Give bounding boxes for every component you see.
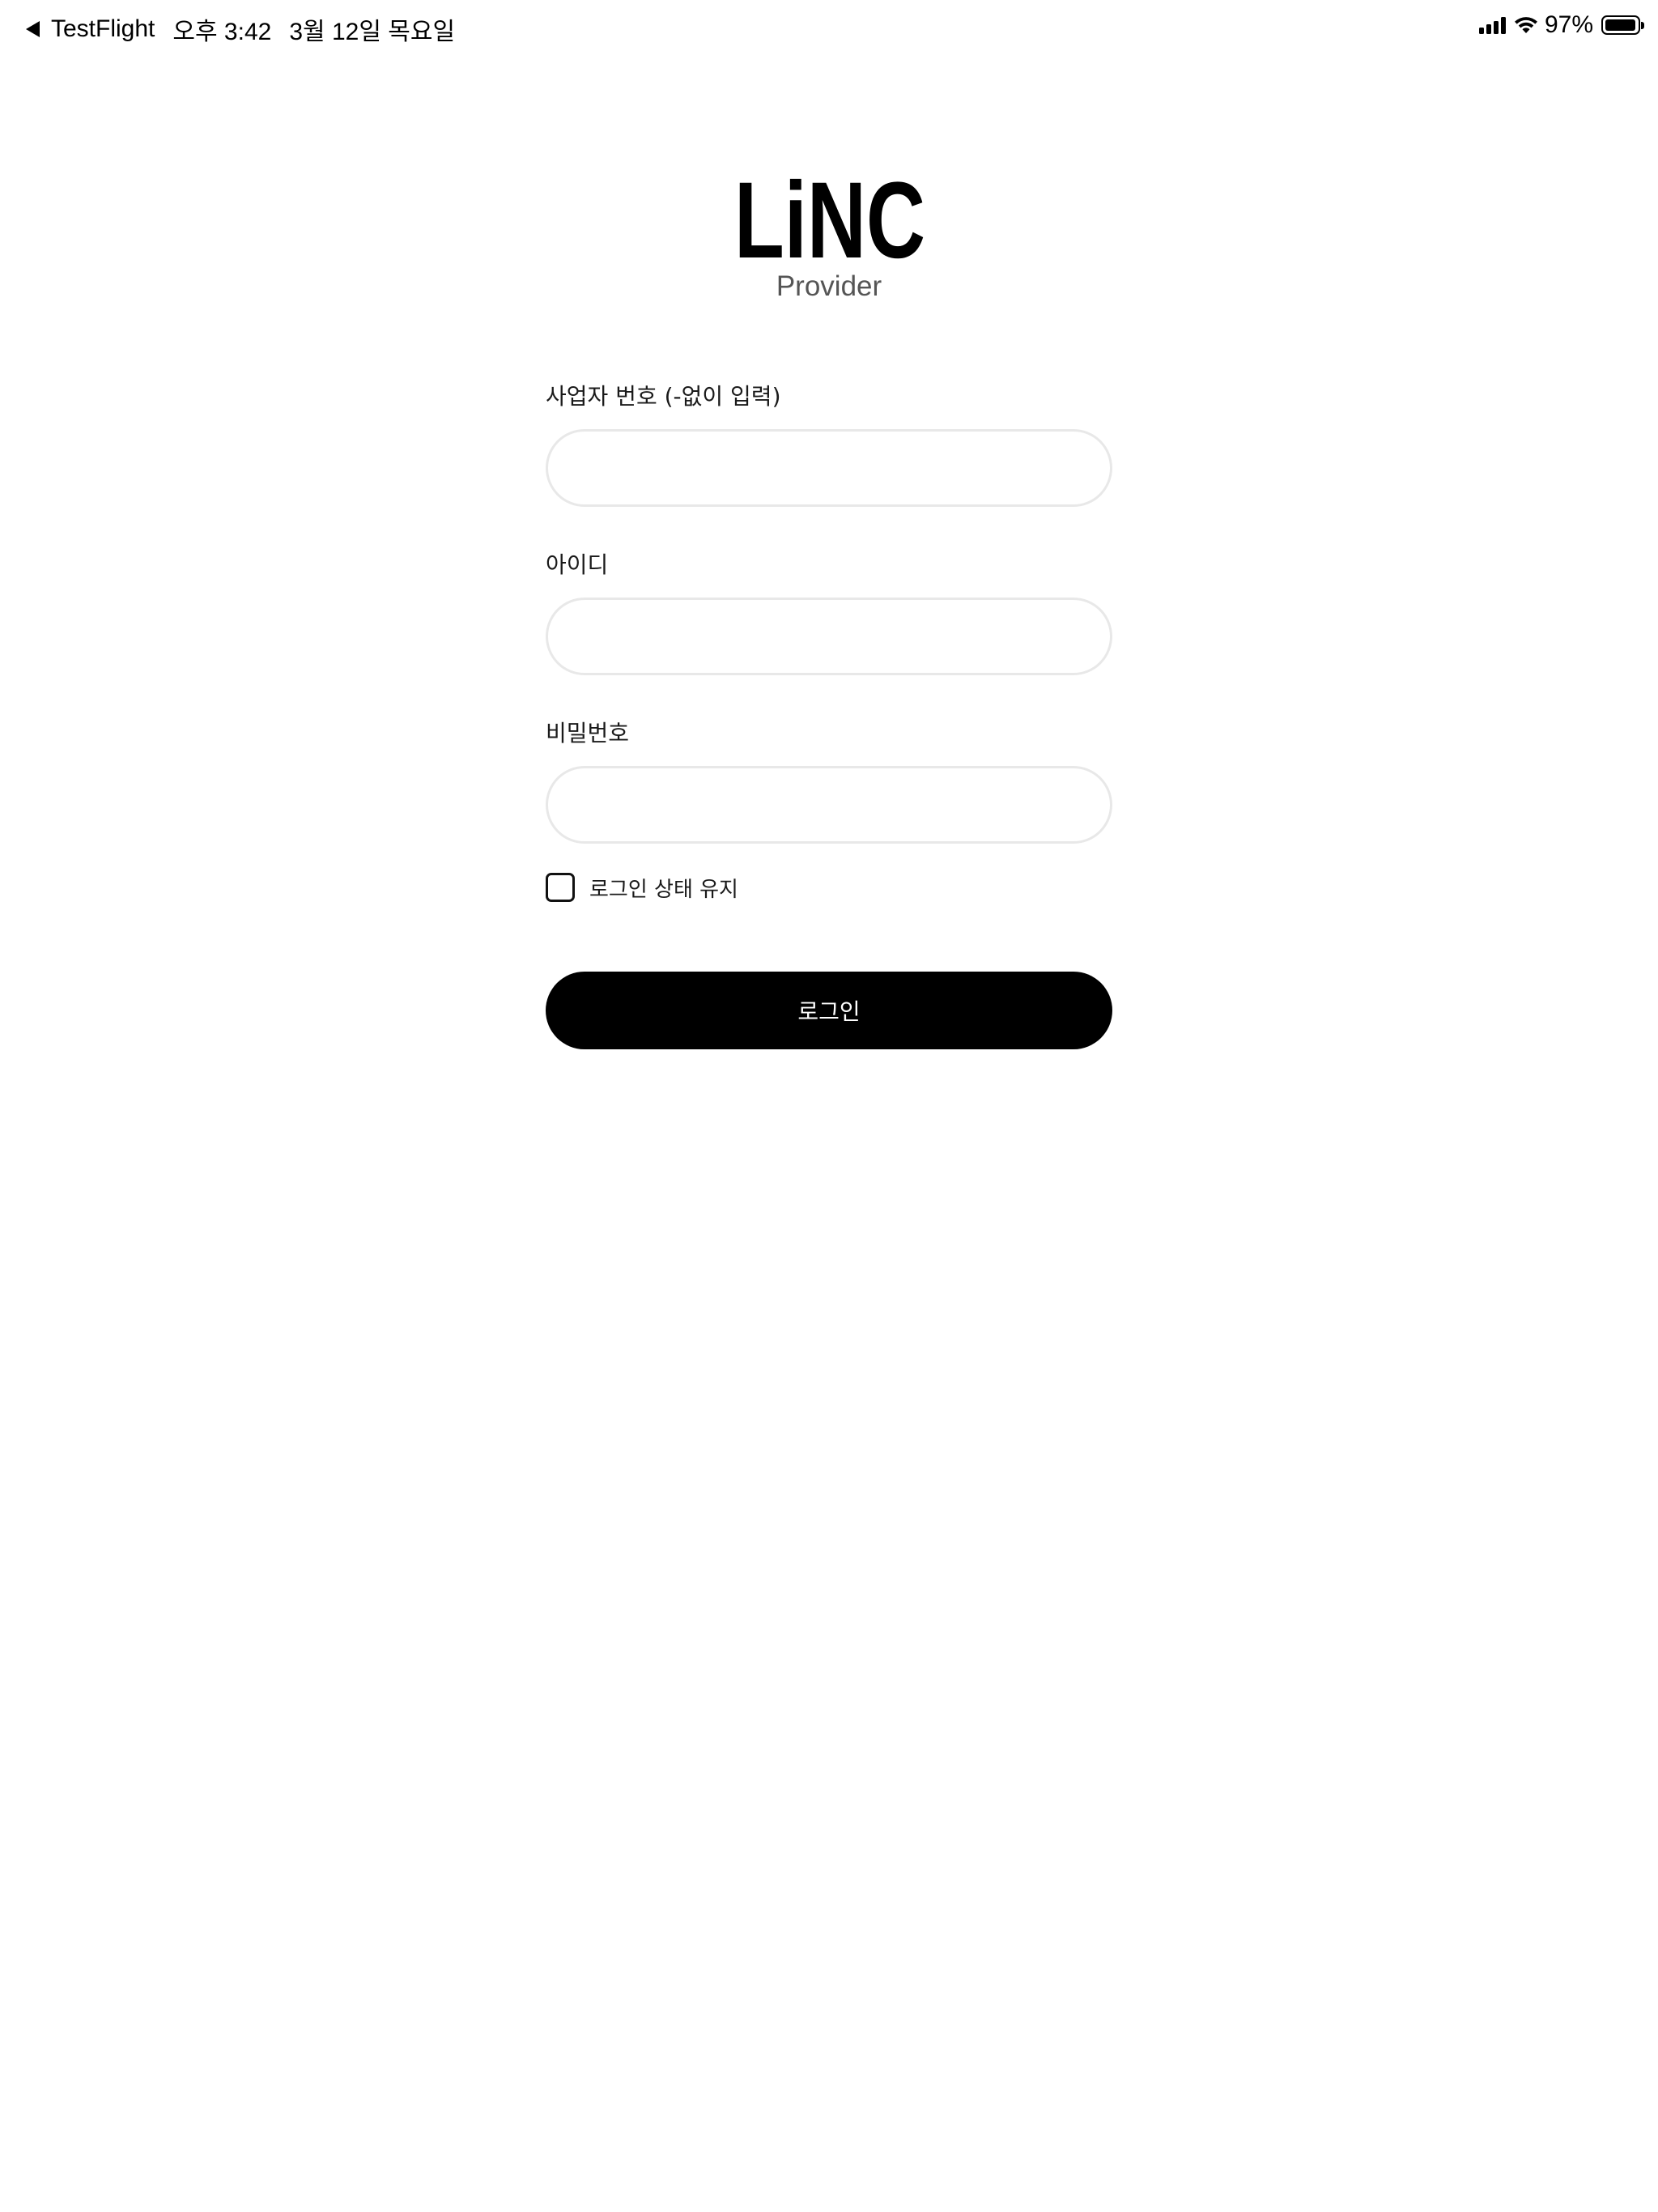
- password-group: 비밀번호: [546, 717, 1112, 844]
- battery-tip: [1641, 22, 1644, 29]
- logo-text: LiNC: [734, 160, 925, 267]
- business-number-group: 사업자 번호 (-없이 입력): [546, 381, 1112, 507]
- battery-icon: [1601, 15, 1644, 35]
- login-button[interactable]: 로그인: [546, 972, 1112, 1049]
- login-form: 사업자 번호 (-없이 입력) 아이디 비밀번호 로그인 상태 유지 로그인: [546, 381, 1112, 1049]
- signal-icon: [1477, 16, 1506, 34]
- business-number-input[interactable]: [546, 429, 1112, 507]
- back-app-label[interactable]: TestFlight: [51, 15, 155, 43]
- app-subtitle: Provider: [776, 270, 882, 302]
- keep-logged-in-label[interactable]: 로그인 상태 유지: [589, 873, 738, 903]
- back-arrow-icon[interactable]: [26, 21, 40, 37]
- status-time: 오후 3:42: [172, 19, 272, 45]
- keep-logged-in-checkbox[interactable]: [546, 873, 575, 902]
- password-input[interactable]: [546, 766, 1112, 844]
- user-id-group: 아이디: [546, 549, 1112, 675]
- status-left[interactable]: TestFlight 오후 3:42 3월 12일 목요일: [26, 11, 455, 47]
- user-id-input[interactable]: [546, 598, 1112, 675]
- status-right: 97%: [1477, 11, 1644, 39]
- business-number-label: 사업자 번호 (-없이 입력): [546, 383, 781, 410]
- logo: LiNC: [734, 160, 925, 267]
- status-bar: TestFlight 오후 3:42 3월 12일 목요일 97%: [0, 0, 1658, 52]
- keep-logged-in-row[interactable]: 로그인 상태 유지: [546, 871, 1112, 904]
- battery-fill: [1605, 19, 1635, 31]
- status-date: 3월 12일 목요일: [289, 19, 456, 45]
- user-id-label: 아이디: [546, 551, 609, 578]
- password-label: 비밀번호: [546, 720, 630, 747]
- wifi-icon: [1514, 17, 1537, 33]
- battery-percent: 97%: [1544, 11, 1593, 38]
